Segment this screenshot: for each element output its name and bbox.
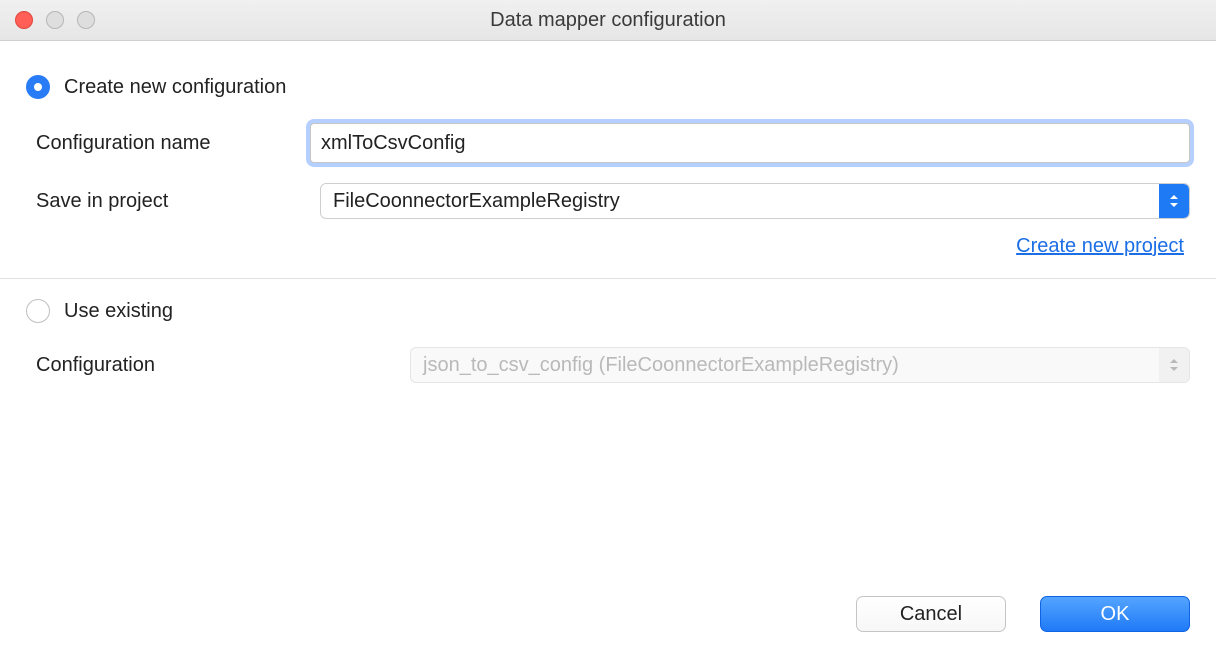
existing-config-row: Configuration json_to_csv_config (FileCo…	[36, 347, 1190, 383]
dialog-content: Create new configuration Configuration n…	[0, 41, 1216, 421]
use-existing-block: Configuration json_to_csv_config (FileCo…	[26, 347, 1190, 383]
create-new-radio[interactable]	[26, 75, 50, 99]
button-bar: Cancel OK	[856, 596, 1190, 632]
section-divider	[0, 278, 1216, 279]
combo-arrow-disabled-icon	[1159, 348, 1189, 382]
combo-arrow-icon[interactable]	[1159, 184, 1189, 218]
save-in-project-combo[interactable]: FileCoonnectorExampleRegistry	[320, 183, 1190, 219]
create-new-radio-label: Create new configuration	[64, 76, 286, 99]
window-controls	[15, 11, 95, 29]
minimize-window-icon[interactable]	[46, 11, 64, 29]
create-new-radio-row[interactable]: Create new configuration	[26, 75, 1190, 99]
existing-config-value: json_to_csv_config (FileCoonnectorExampl…	[411, 354, 1159, 377]
create-new-project-row: Create new project	[36, 235, 1190, 258]
save-in-project-row: Save in project FileCoonnectorExampleReg…	[36, 183, 1190, 219]
cancel-button[interactable]: Cancel	[856, 596, 1006, 632]
use-existing-radio-row[interactable]: Use existing	[26, 299, 1190, 323]
create-new-block: Configuration name Save in project FileC…	[26, 123, 1190, 258]
close-window-icon[interactable]	[15, 11, 33, 29]
existing-config-label: Configuration	[36, 354, 400, 377]
existing-config-combo: json_to_csv_config (FileCoonnectorExampl…	[410, 347, 1190, 383]
use-existing-radio-label: Use existing	[64, 300, 173, 323]
config-name-input-wrap[interactable]	[310, 123, 1190, 163]
save-in-project-label: Save in project	[36, 190, 310, 213]
zoom-window-icon[interactable]	[77, 11, 95, 29]
window-title: Data mapper configuration	[0, 9, 1216, 32]
save-in-project-value: FileCoonnectorExampleRegistry	[321, 190, 1159, 213]
config-name-input[interactable]	[321, 132, 1179, 155]
create-new-project-link[interactable]: Create new project	[1016, 235, 1184, 258]
use-existing-radio[interactable]	[26, 299, 50, 323]
titlebar: Data mapper configuration	[0, 0, 1216, 41]
ok-button[interactable]: OK	[1040, 596, 1190, 632]
config-name-row: Configuration name	[36, 123, 1190, 163]
config-name-label: Configuration name	[36, 132, 310, 155]
